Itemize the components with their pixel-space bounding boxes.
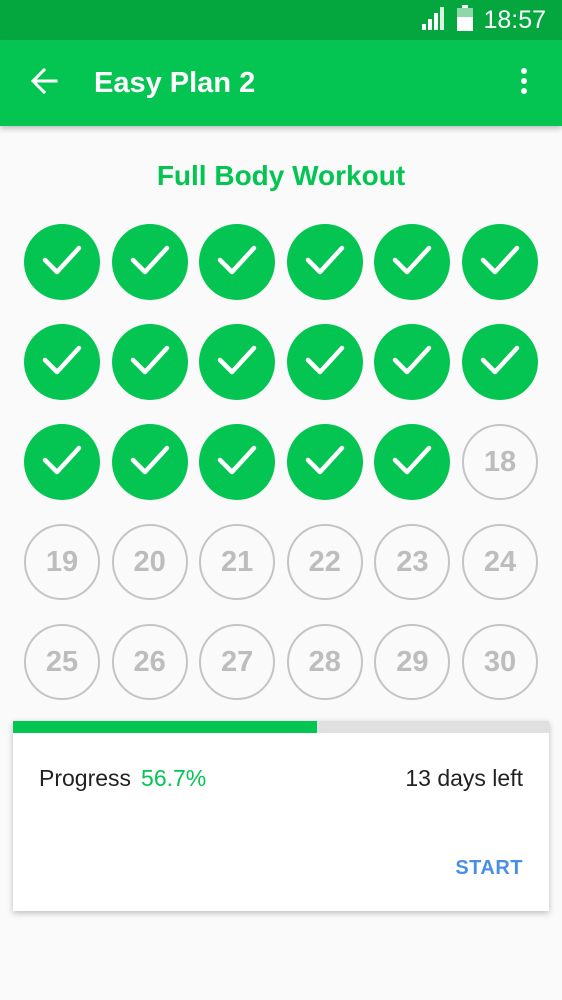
- day-number: 27: [221, 645, 254, 678]
- status-time: 18:57: [483, 5, 546, 34]
- day-completed-14[interactable]: [111, 424, 188, 500]
- start-button[interactable]: START: [455, 857, 523, 880]
- day-21[interactable]: 21: [199, 524, 276, 600]
- day-30[interactable]: 30: [461, 624, 538, 700]
- app-bar: Easy Plan 2: [0, 40, 562, 126]
- checkmark-icon: [480, 244, 520, 281]
- checkmark-icon: [217, 444, 257, 481]
- signal-icon: [421, 6, 447, 35]
- progress-row: Progress 56.7%: [39, 765, 206, 792]
- day-number: 23: [396, 545, 429, 578]
- workout-title: Full Body Workout: [156, 160, 406, 191]
- day-25[interactable]: 25: [24, 624, 100, 700]
- day-27[interactable]: 27: [199, 624, 276, 700]
- day-completed-12[interactable]: [461, 324, 538, 400]
- back-button[interactable]: [0, 40, 88, 126]
- day-completed-3[interactable]: [199, 224, 276, 300]
- day-number: 18: [483, 445, 517, 478]
- progress-percent: 56.7%: [141, 765, 207, 791]
- day-completed-2[interactable]: [111, 224, 188, 300]
- day-22[interactable]: 22: [286, 524, 363, 600]
- page-title: Easy Plan 2: [94, 66, 256, 99]
- day-number: 30: [483, 645, 517, 678]
- day-number: 25: [45, 645, 79, 678]
- day-number: 19: [45, 545, 79, 578]
- day-completed-4[interactable]: [286, 224, 363, 300]
- day-completed-10[interactable]: [286, 324, 363, 400]
- progress-label: Progress: [39, 765, 132, 791]
- day-completed-11[interactable]: [374, 324, 451, 400]
- checkmark-icon: [392, 244, 432, 281]
- progress-card: Progress 56.7% 13 days left START: [13, 721, 549, 911]
- checkmark-icon: [480, 344, 520, 381]
- day-completed-7[interactable]: [24, 324, 100, 400]
- day-number: 28: [308, 645, 341, 678]
- status-bar: 18:57: [0, 0, 562, 40]
- day-completed-16[interactable]: [286, 424, 363, 500]
- checkmark-icon: [130, 444, 170, 481]
- checkmark-icon: [42, 444, 82, 481]
- day-completed-5[interactable]: [374, 224, 451, 300]
- day-completed-15[interactable]: [199, 424, 276, 500]
- progress-bar-fill: [13, 721, 317, 733]
- battery-icon: [457, 4, 474, 36]
- day-number: 29: [396, 645, 429, 678]
- checkmark-icon: [130, 244, 170, 281]
- checkmark-icon: [217, 344, 257, 381]
- day-completed-8[interactable]: [111, 324, 188, 400]
- overflow-menu-button[interactable]: [486, 40, 562, 126]
- days-left-text: 13 days left: [405, 765, 523, 791]
- day-number: 26: [133, 645, 166, 678]
- day-19[interactable]: 19: [24, 524, 100, 600]
- day-29[interactable]: 29: [374, 624, 451, 700]
- checkmark-icon: [392, 444, 432, 481]
- checkmark-icon: [305, 444, 345, 481]
- day-completed-1[interactable]: [24, 224, 100, 300]
- day-completed-6[interactable]: [461, 224, 538, 300]
- day-number: 24: [483, 545, 517, 578]
- more-vertical-icon: [520, 67, 528, 100]
- checkmark-icon: [130, 344, 170, 381]
- day-28[interactable]: 28: [286, 624, 363, 700]
- day-number: 22: [308, 545, 341, 578]
- checkmark-icon: [392, 344, 432, 381]
- checkmark-icon: [42, 244, 82, 281]
- checkmark-icon: [42, 344, 82, 381]
- day-completed-17[interactable]: [374, 424, 451, 500]
- day-completed-13[interactable]: [24, 424, 100, 500]
- day-20[interactable]: 20: [111, 524, 188, 600]
- day-24[interactable]: 24: [461, 524, 538, 600]
- progress-bar: [13, 721, 549, 733]
- arrow-left-icon: [30, 67, 58, 100]
- checkmark-icon: [217, 244, 257, 281]
- day-number: 21: [221, 545, 254, 578]
- day-18[interactable]: 18: [461, 424, 538, 500]
- checkmark-icon: [305, 244, 345, 281]
- day-26[interactable]: 26: [111, 624, 188, 700]
- day-23[interactable]: 23: [374, 524, 451, 600]
- checkmark-icon: [305, 344, 345, 381]
- day-number: 20: [133, 545, 166, 578]
- day-completed-9[interactable]: [199, 324, 276, 400]
- day-grid: 18 19 20 21 22 23 24 25 26 27 28 29 30: [24, 224, 538, 700]
